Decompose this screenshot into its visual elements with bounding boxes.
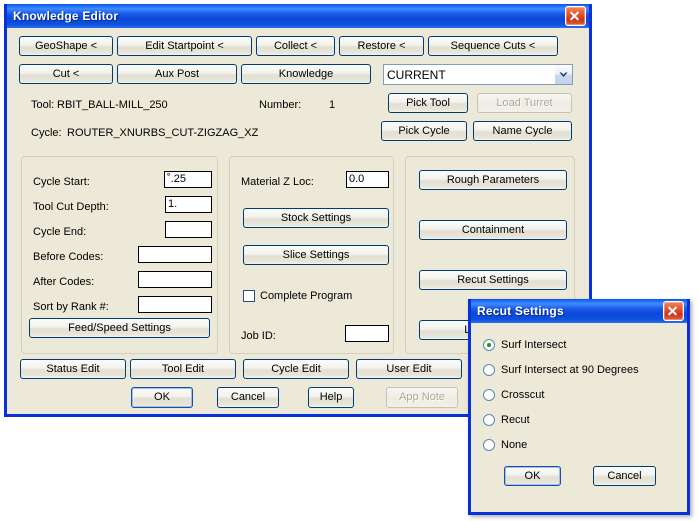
slice-settings-button[interactable]: Slice Settings xyxy=(243,245,389,265)
radio-label: Crosscut xyxy=(501,389,544,401)
knowledge-button[interactable]: Knowledge xyxy=(241,64,371,84)
edit-startpoint-button[interactable]: Edit Startpoint < xyxy=(117,36,252,56)
geoshape-button[interactable]: GeoShape < xyxy=(19,36,113,56)
tool-edit-button[interactable]: Tool Edit xyxy=(130,359,236,379)
after-codes-label: After Codes: xyxy=(33,277,94,288)
recut-titlebar[interactable]: Recut Settings xyxy=(471,299,687,323)
radio-indicator xyxy=(483,414,495,426)
preset-combobox-value: CURRENT xyxy=(384,68,554,82)
main-titlebar[interactable]: Knowledge Editor xyxy=(7,4,589,28)
cycle-start-label: Cycle Start: xyxy=(33,177,90,188)
stock-settings-button[interactable]: Stock Settings xyxy=(243,208,389,228)
radio-label: Recut xyxy=(501,414,530,426)
collect-button[interactable]: Collect < xyxy=(256,36,335,56)
tool-value: RBIT_BALL-MILL_250 xyxy=(57,100,168,111)
close-icon[interactable] xyxy=(663,301,684,321)
pick-cycle-button[interactable]: Pick Cycle xyxy=(381,121,467,141)
cycle-label: Cycle: xyxy=(31,128,62,139)
radio-label: None xyxy=(501,439,527,451)
tool-label: Tool: xyxy=(31,100,54,111)
recut-settings-button[interactable]: Recut Settings xyxy=(419,270,567,290)
page-title: Knowledge Editor xyxy=(13,9,565,23)
preset-combobox[interactable]: CURRENT xyxy=(383,64,573,85)
chevron-down-icon[interactable] xyxy=(554,65,572,84)
recut-dialog-body: Surf Intersect Surf Intersect at 90 Degr… xyxy=(471,323,687,512)
status-edit-button[interactable]: Status Edit xyxy=(20,359,126,379)
recut-cancel-button[interactable]: Cancel xyxy=(593,466,656,486)
containment-button[interactable]: Containment xyxy=(419,220,567,240)
ok-button[interactable]: OK xyxy=(131,387,193,408)
radio-label: Surf Intersect at 90 Degrees xyxy=(501,364,639,376)
cycle-start-input[interactable]: ˚.25 xyxy=(164,171,212,188)
user-edit-button[interactable]: User Edit xyxy=(356,359,462,379)
job-id-input[interactable] xyxy=(345,325,389,342)
radio-surf-intersect-90[interactable]: Surf Intersect at 90 Degrees xyxy=(483,364,639,376)
complete-program-label: Complete Program xyxy=(260,290,352,302)
material-z-loc-input[interactable]: 0.0 xyxy=(346,171,389,188)
recut-dialog-title: Recut Settings xyxy=(477,304,663,318)
app-note-button: App Note xyxy=(386,387,458,408)
tool-cut-depth-label: Tool Cut Depth: xyxy=(33,202,109,213)
radio-indicator xyxy=(483,439,495,451)
cycle-edit-button[interactable]: Cycle Edit xyxy=(243,359,349,379)
tool-cut-depth-input[interactable]: 1. xyxy=(165,196,212,213)
name-cycle-button[interactable]: Name Cycle xyxy=(473,121,572,141)
radio-recut[interactable]: Recut xyxy=(483,414,530,426)
pick-tool-button[interactable]: Pick Tool xyxy=(388,93,468,113)
after-codes-input[interactable] xyxy=(138,271,212,288)
restore-button[interactable]: Restore < xyxy=(339,36,424,56)
aux-post-button[interactable]: Aux Post xyxy=(117,64,237,84)
complete-program-checkbox[interactable]: Complete Program xyxy=(243,290,352,302)
cycle-end-input[interactable] xyxy=(165,221,212,238)
radio-indicator xyxy=(483,389,495,401)
recut-ok-button[interactable]: OK xyxy=(504,466,561,486)
sequence-cuts-button[interactable]: Sequence Cuts < xyxy=(428,36,558,56)
help-button[interactable]: Help xyxy=(308,387,354,408)
cancel-button[interactable]: Cancel xyxy=(217,387,279,408)
close-icon[interactable] xyxy=(565,6,586,26)
recut-settings-dialog: Recut Settings Surf Intersect Surf Inter… xyxy=(468,299,690,515)
cycle-end-label: Cycle End: xyxy=(33,227,86,238)
radio-surf-intersect[interactable]: Surf Intersect xyxy=(483,339,566,351)
load-turret-button: Load Turret xyxy=(477,93,572,113)
before-codes-label: Before Codes: xyxy=(33,252,103,263)
radio-crosscut[interactable]: Crosscut xyxy=(483,389,544,401)
cycle-value: ROUTER_XNURBS_CUT-ZIGZAG_XZ xyxy=(67,128,258,139)
sort-by-rank-label: Sort by Rank #: xyxy=(33,302,109,313)
cut-button[interactable]: Cut < xyxy=(19,64,113,84)
rough-parameters-button[interactable]: Rough Parameters xyxy=(419,170,567,190)
radio-none[interactable]: None xyxy=(483,439,527,451)
radio-indicator xyxy=(483,339,495,351)
radio-indicator xyxy=(483,364,495,376)
sort-by-rank-input[interactable] xyxy=(138,296,212,313)
before-codes-input[interactable] xyxy=(138,246,212,263)
checkbox-box xyxy=(243,290,255,302)
job-id-label: Job ID: xyxy=(241,331,276,342)
feed-speed-settings-button[interactable]: Feed/Speed Settings xyxy=(29,318,210,338)
number-label: Number: xyxy=(259,100,301,111)
radio-label: Surf Intersect xyxy=(501,339,566,351)
material-z-loc-label: Material Z Loc: xyxy=(241,177,314,188)
number-value: 1 xyxy=(329,100,335,111)
